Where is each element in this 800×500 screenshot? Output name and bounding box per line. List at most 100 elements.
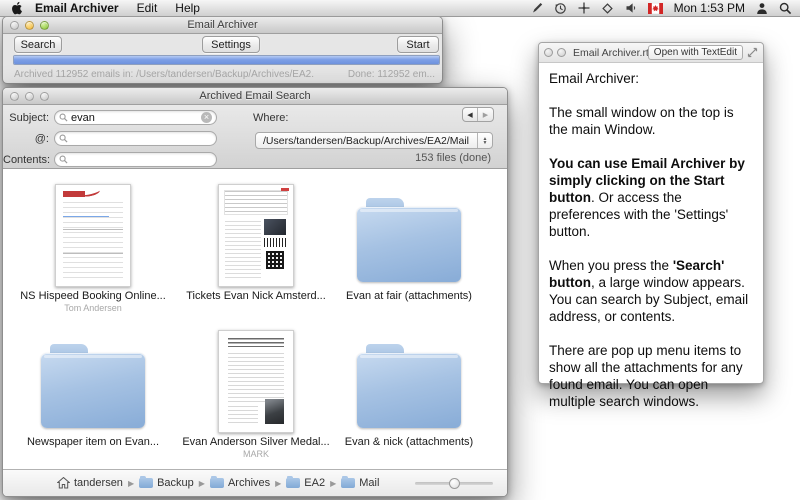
menu-bar-clock[interactable]: Mon 1:53 PM: [674, 1, 745, 15]
menu-bar-status-items: Mon 1:53 PM: [531, 1, 800, 15]
thumbnail-art: [264, 219, 286, 235]
thumbnail-zone: [55, 177, 131, 287]
user-menu-icon[interactable]: [756, 2, 768, 15]
file-item[interactable]: Evan & nick (attachments): [334, 323, 484, 449]
thumbnail-art: [228, 353, 284, 402]
thumbnail-art: [228, 338, 284, 347]
paragraph: When you press the 'Search' button, a la…: [549, 257, 753, 325]
address-input[interactable]: [71, 133, 212, 145]
address-search-field[interactable]: [54, 131, 217, 146]
menu-app-name[interactable]: Email Archiver: [35, 1, 119, 15]
main-window-titlebar[interactable]: Email Archiver: [3, 17, 442, 34]
close-button[interactable]: [10, 21, 19, 30]
chevron-right-icon: ▶: [330, 479, 336, 488]
quicklook-titlebar[interactable]: Email Archiver.rtf Open with TextEdit: [539, 43, 763, 63]
minimize-button[interactable]: [25, 92, 34, 101]
zoom-button[interactable]: [40, 21, 49, 30]
ink-pencil-icon[interactable]: [531, 2, 543, 14]
file-item[interactable]: Evan at fair (attachments): [334, 177, 484, 303]
open-with-textedit-button[interactable]: Open with TextEdit: [648, 45, 743, 60]
start-button[interactable]: Start: [397, 36, 439, 53]
close-button[interactable]: [544, 48, 553, 57]
subject-input[interactable]: [71, 112, 201, 124]
breadcrumb-label: Backup: [157, 477, 194, 489]
folder-icon[interactable]: [357, 198, 461, 282]
thumbnail-art: [265, 399, 284, 424]
folder-body: [41, 353, 145, 428]
subject-label: Subject:: [3, 112, 49, 124]
icon-size-slider[interactable]: [415, 482, 493, 485]
breadcrumb-label: EA2: [304, 477, 325, 489]
contents-search-field[interactable]: [54, 152, 217, 167]
accessibility-crosshair-icon[interactable]: [578, 2, 590, 14]
email-archiver-window: Email Archiver Search Settings Start Arc…: [2, 16, 443, 84]
breadcrumb-backup[interactable]: Backup: [139, 477, 194, 489]
traffic-lights: [10, 92, 49, 101]
thumbnail-zone: [41, 323, 145, 433]
file-label: Evan & nick (attachments): [345, 436, 473, 448]
breadcrumb-label: Archives: [228, 477, 270, 489]
zoom-button[interactable]: [557, 48, 566, 57]
breadcrumb-archives[interactable]: Archives: [210, 477, 270, 489]
breadcrumb-label: Mail: [359, 477, 379, 489]
spaces-diamond-icon[interactable]: [601, 2, 614, 15]
file-label: Tickets Evan Nick Amsterd...: [186, 290, 326, 302]
text: When you press the: [549, 258, 673, 273]
file-sublabel: Tom Andersen: [64, 303, 122, 313]
minimize-button[interactable]: [25, 21, 34, 30]
file-item[interactable]: Tickets Evan Nick Amsterd...: [181, 177, 331, 303]
archive-progress-bar: [13, 55, 440, 65]
archive-done-text: Done: 112952 em...: [348, 69, 435, 80]
forward-icon[interactable]: ▶: [478, 108, 493, 121]
quicklook-window: Email Archiver.rtf Open with TextEdit Em…: [538, 42, 764, 384]
document-text: Email Archiver: The small window on the …: [539, 63, 763, 434]
close-button[interactable]: [10, 92, 19, 101]
apple-menu-icon[interactable]: [10, 1, 23, 15]
breadcrumb-label: tandersen: [74, 477, 123, 489]
where-popup-button[interactable]: /Users/tandersen/Backup/Archives/EA2/Mai…: [255, 132, 493, 149]
zoom-button[interactable]: [40, 92, 49, 101]
thumbnail-art: [63, 202, 123, 278]
back-icon[interactable]: ◀: [463, 108, 478, 121]
thumbnail-zone: [357, 323, 461, 433]
spotlight-search-icon[interactable]: [779, 2, 792, 15]
thumbnail-zone: [218, 323, 294, 433]
folder-body: [357, 207, 461, 282]
volume-icon[interactable]: [625, 2, 637, 14]
input-source-flag-icon[interactable]: [648, 3, 663, 14]
clear-icon[interactable]: ×: [201, 112, 212, 123]
contents-input[interactable]: [71, 154, 212, 166]
menu-edit[interactable]: Edit: [137, 1, 158, 15]
file-item[interactable]: Evan Anderson Silver Medal... MARK: [181, 323, 331, 459]
breadcrumb-home[interactable]: tandersen: [57, 477, 123, 489]
menu-help[interactable]: Help: [175, 1, 200, 15]
where-label: Where:: [253, 112, 288, 124]
breadcrumb-ea2[interactable]: EA2: [286, 477, 325, 489]
mini-folder-icon: [341, 478, 355, 488]
search-window-titlebar[interactable]: Archived Email Search: [3, 88, 507, 105]
time-machine-icon[interactable]: [554, 2, 567, 15]
subject-search-field[interactable]: ×: [54, 110, 217, 125]
archive-status-text: Archived 112952 emails in: /Users/tander…: [14, 69, 314, 80]
fullscreen-icon[interactable]: [747, 47, 758, 58]
search-button[interactable]: Search: [14, 36, 62, 53]
slider-knob[interactable]: [449, 478, 460, 489]
history-nav-control: ◀ ▶: [462, 107, 494, 122]
document-thumbnail[interactable]: [218, 184, 294, 287]
settings-button[interactable]: Settings: [202, 36, 260, 53]
search-window-title: Archived Email Search: [199, 90, 310, 102]
chevron-right-icon: ▶: [275, 479, 281, 488]
mini-folder-icon: [210, 478, 224, 488]
path-bar: tandersen ▶ Backup ▶ Archives ▶ EA2 ▶ Ma…: [3, 469, 507, 496]
file-item[interactable]: NS Hispeed Booking Online... Tom Anderse…: [18, 177, 168, 313]
quicklook-title: Email Archiver.rtf: [570, 47, 648, 59]
at-label: @:: [3, 133, 49, 145]
breadcrumb-mail[interactable]: Mail: [341, 477, 379, 489]
document-thumbnail[interactable]: [55, 184, 131, 287]
folder-icon[interactable]: [41, 344, 145, 428]
file-sublabel: MARK: [243, 449, 269, 459]
main-window-title: Email Archiver: [187, 19, 257, 31]
document-thumbnail[interactable]: [218, 330, 294, 433]
file-item[interactable]: Newspaper item on Evan...: [18, 323, 168, 449]
folder-icon[interactable]: [357, 344, 461, 428]
